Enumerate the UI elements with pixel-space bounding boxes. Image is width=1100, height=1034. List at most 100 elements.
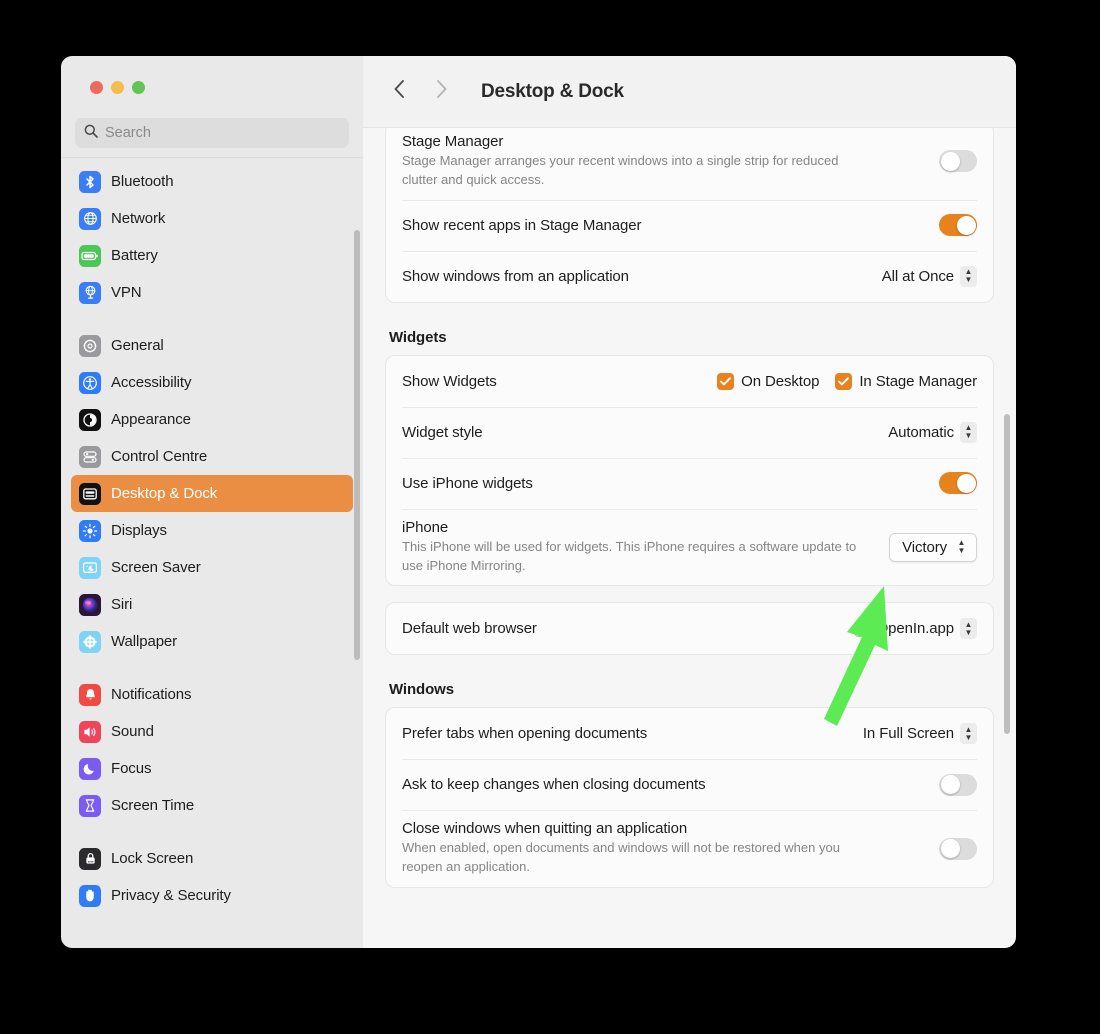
popup-button[interactable]: Victory ▲ ▼ bbox=[889, 532, 977, 562]
popup-button[interactable]: All at Once ▲ ▼ bbox=[881, 265, 977, 287]
toggle-switch[interactable] bbox=[939, 472, 977, 495]
row-text: iPhone This iPhone will be used for widge… bbox=[402, 509, 879, 586]
sidebar-item-accessibility[interactable]: Accessibility bbox=[71, 364, 353, 401]
search-field[interactable]: Search bbox=[75, 118, 349, 148]
row-title: Show windows from an application bbox=[402, 267, 629, 285]
settings-row: Ask to keep changes when closing documen… bbox=[386, 759, 993, 810]
section-heading-widgets: Widgets bbox=[389, 328, 447, 346]
row-title: Prefer tabs when opening documents bbox=[402, 725, 648, 743]
checkbox-label: On Desktop bbox=[741, 372, 820, 390]
checkbox-item[interactable]: In Stage Manager bbox=[835, 372, 977, 390]
sidebar-item-label: Sound bbox=[111, 723, 154, 740]
sidebar-item-desktop-dock[interactable]: Desktop & Dock bbox=[71, 475, 353, 512]
privacy-hand-icon bbox=[79, 884, 101, 907]
sidebar-item-label: Accessibility bbox=[111, 374, 192, 391]
chevron-updown-icon: ▲ ▼ bbox=[957, 538, 966, 556]
sidebar-item-displays[interactable]: Displays bbox=[71, 512, 353, 549]
search-placeholder: Search bbox=[105, 125, 151, 141]
default-browser-card: Default web browser OpenIn.app ▲ ▼ bbox=[385, 602, 994, 656]
row-control: Victory ▲ ▼ bbox=[879, 532, 977, 562]
bluetooth-icon bbox=[79, 170, 101, 193]
popup-value: All at Once bbox=[881, 267, 954, 285]
checkbox-item[interactable]: On Desktop bbox=[717, 372, 820, 390]
app-document-icon bbox=[854, 620, 871, 637]
settings-row: iPhone This iPhone will be used for widge… bbox=[386, 508, 993, 586]
sidebar-item-notifications[interactable]: Notifications bbox=[71, 676, 353, 713]
sidebar-item-sound[interactable]: Sound bbox=[71, 713, 353, 750]
row-title: Close windows when quitting an applicati… bbox=[402, 820, 688, 838]
row-text: Stage Manager Stage Manager arranges your… bbox=[402, 128, 929, 200]
close-button[interactable] bbox=[90, 80, 103, 94]
chevron-right-icon bbox=[435, 79, 448, 104]
window-controls bbox=[61, 56, 363, 118]
sidebar-item-wallpaper[interactable]: Wallpaper bbox=[71, 623, 353, 660]
row-text: Show recent apps in Stage Manager bbox=[402, 207, 929, 244]
row-title: Widget style bbox=[402, 423, 483, 441]
row-title: Show recent apps in Stage Manager bbox=[402, 216, 642, 234]
sidebar-item-screen-time[interactable]: Screen Time bbox=[71, 787, 353, 824]
toggle-switch[interactable] bbox=[939, 214, 977, 237]
control-centre-icon bbox=[79, 445, 101, 468]
content-pane: Desktop & Dock Stage Manager Stage Manage… bbox=[363, 56, 1016, 948]
toggle-switch[interactable] bbox=[939, 773, 977, 796]
lock-screen-icon bbox=[79, 847, 101, 870]
popup-button[interactable]: In Full Screen ▲ ▼ bbox=[862, 723, 977, 745]
sidebar-item-network[interactable]: Network bbox=[71, 200, 353, 237]
popup-button[interactable]: Automatic ▲ ▼ bbox=[888, 421, 977, 443]
system-settings-window: Search Wi-FiBluetoothNetworkBatteryVPNGe… bbox=[61, 56, 1016, 948]
row-control bbox=[929, 150, 977, 173]
settings-row: Prefer tabs when opening documents In Ful… bbox=[386, 708, 993, 759]
row-text: Prefer tabs when opening documents bbox=[402, 715, 853, 752]
minimize-button[interactable] bbox=[111, 80, 124, 94]
forward-button[interactable] bbox=[427, 78, 455, 106]
settings-content: Stage Manager Stage Manager arranges your… bbox=[385, 128, 994, 889]
settings-row: Stage Manager Stage Manager arranges your… bbox=[386, 128, 993, 200]
toggle-switch[interactable] bbox=[939, 837, 977, 860]
popup-value: In Full Screen bbox=[862, 725, 954, 743]
sidebar-item-label: Privacy & Security bbox=[111, 887, 231, 904]
row-control: All at Once ▲ ▼ bbox=[872, 265, 977, 287]
popup-value: Victory bbox=[902, 538, 947, 556]
sidebar-item-label: Lock Screen bbox=[111, 850, 194, 867]
row-text: Show Widgets bbox=[402, 363, 707, 400]
chevron-updown-icon: ▲ ▼ bbox=[960, 265, 977, 287]
sidebar-item-list: Wi-FiBluetoothNetworkBatteryVPNGeneralAc… bbox=[61, 158, 363, 914]
section-heading-windows: Windows bbox=[389, 681, 454, 699]
sidebar: Search Wi-FiBluetoothNetworkBatteryVPNGe… bbox=[61, 56, 363, 948]
settings-row: Use iPhone widgets bbox=[386, 457, 993, 509]
vpn-icon bbox=[79, 281, 101, 304]
back-button[interactable] bbox=[385, 78, 413, 106]
settings-row: Show Widgets On Desktop In Stage Manager bbox=[386, 356, 993, 407]
gear-icon bbox=[79, 334, 101, 357]
row-text: Default web browser bbox=[402, 610, 845, 647]
sidebar-item-privacy-security[interactable]: Privacy & Security bbox=[71, 877, 353, 914]
sidebar-scrollbar[interactable] bbox=[354, 230, 360, 660]
row-title: Show Widgets bbox=[402, 372, 497, 390]
sidebar-item-general[interactable]: General bbox=[71, 327, 353, 364]
sidebar-item-screen-saver[interactable]: Screen Saver bbox=[71, 549, 353, 586]
sidebar-item-label: Siri bbox=[111, 596, 133, 613]
sidebar-item-focus[interactable]: Focus bbox=[71, 750, 353, 787]
popup-button[interactable]: OpenIn.app ▲ ▼ bbox=[854, 618, 977, 640]
sidebar-item-control-centre[interactable]: Control Centre bbox=[71, 438, 353, 475]
settings-row: Show windows from an application All at O… bbox=[386, 250, 993, 302]
sound-icon bbox=[79, 720, 101, 743]
siri-icon bbox=[79, 593, 101, 616]
sidebar-item-appearance[interactable]: Appearance bbox=[71, 401, 353, 438]
toggle-switch[interactable] bbox=[939, 150, 977, 173]
sidebar-item-siri[interactable]: Siri bbox=[71, 586, 353, 623]
network-globe-icon bbox=[79, 207, 101, 230]
row-title: Stage Manager bbox=[402, 133, 504, 150]
checkbox-checked-icon bbox=[717, 372, 735, 390]
search-icon bbox=[84, 124, 98, 143]
screen-time-icon bbox=[79, 794, 101, 817]
sidebar-item-vpn[interactable]: VPN bbox=[71, 274, 353, 311]
checkbox-checked-icon bbox=[835, 372, 853, 390]
zoom-button[interactable] bbox=[132, 80, 145, 94]
chevron-left-icon bbox=[393, 79, 406, 104]
sidebar-item-battery[interactable]: Battery bbox=[71, 237, 353, 274]
sidebar-item-bluetooth[interactable]: Bluetooth bbox=[71, 163, 353, 200]
sidebar-item-lock-screen[interactable]: Lock Screen bbox=[71, 840, 353, 877]
content-scrollbar[interactable] bbox=[1004, 414, 1010, 734]
